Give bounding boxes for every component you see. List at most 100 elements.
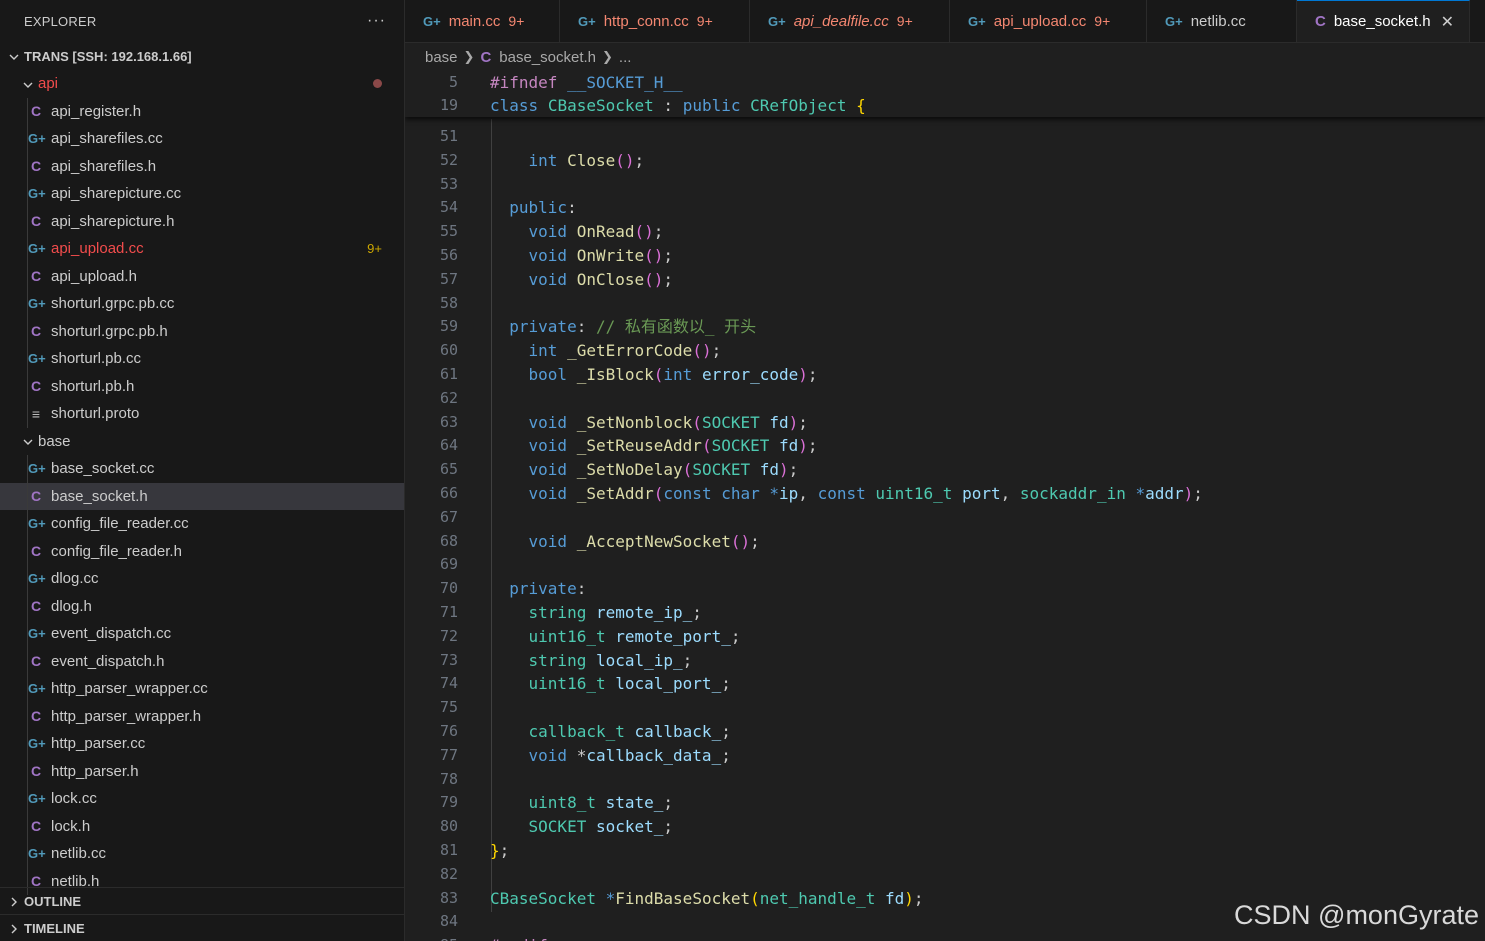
code-line[interactable]: 54 public:	[405, 196, 1485, 220]
code-line[interactable]: 69	[405, 553, 1485, 577]
code-line[interactable]: 70 private:	[405, 577, 1485, 601]
code-line[interactable]: 67	[405, 506, 1485, 530]
code-line[interactable]: 19 class CBaseSocket : public CRefObject …	[405, 94, 1485, 117]
code-editor[interactable]: 5 #ifndef __SOCKET_H__ 19 class CBaseSocket…	[405, 71, 1485, 941]
code-token: ,	[1000, 483, 1020, 503]
code-line[interactable]: 76 callback_t callback_;	[405, 720, 1485, 744]
code-line[interactable]: 59 private: // 私有函数以_ 开头	[405, 315, 1485, 339]
file-item[interactable]: Cbase_socket.h	[0, 482, 404, 510]
code-token: uint16_t	[528, 674, 606, 694]
file-item[interactable]: G+ base_socket.cc	[0, 455, 404, 483]
file-item[interactable]: Cconfig_file_reader.h	[0, 537, 404, 565]
file-item[interactable]: G+ shorturl.grpc.pb.cc	[0, 290, 404, 318]
tab-netlib-cc[interactable]: G+ netlib.cc	[1147, 0, 1297, 42]
code-line[interactable]: 62	[405, 387, 1485, 411]
file-item[interactable]: Clock.h	[0, 812, 404, 840]
line-number: 75	[439, 698, 458, 717]
code-body[interactable]: 51 52 int Close(); 53 54 public: 55 void OnR…	[405, 125, 1485, 941]
code-line[interactable]: 56 void OnWrite();	[405, 244, 1485, 268]
code-line[interactable]: 5 #ifndef __SOCKET_H__	[405, 71, 1485, 94]
file-item[interactable]: G+ http_parser_wrapper.cc	[0, 675, 404, 703]
code-line[interactable]: 63 void _SetNonblock(SOCKET fd);	[405, 411, 1485, 435]
code-line[interactable]: 78	[405, 768, 1485, 792]
file-item[interactable]: G+ api_sharepicture.cc	[0, 180, 404, 208]
file-item[interactable]: G+ lock.cc	[0, 785, 404, 813]
file-item[interactable]: Cevent_dispatch.h	[0, 647, 404, 675]
tab-main-cc[interactable]: G+ main.cc 9+	[405, 0, 560, 42]
code-line[interactable]: 53	[405, 173, 1485, 197]
cpp-file-icon: G+	[28, 626, 46, 642]
code-token: ;	[663, 269, 674, 289]
sticky-scroll[interactable]: 5 #ifndef __SOCKET_H__ 19 class CBaseSocket…	[405, 71, 1485, 117]
workspace-section[interactable]: TRANS [SSH: 192.168.1.66]	[0, 42, 404, 70]
code-line[interactable]: 57 void OnClose();	[405, 268, 1485, 292]
code-line[interactable]: 79 uint8_t state_;	[405, 791, 1485, 815]
tab-http-conn-cc[interactable]: G+ http_conn.cc 9+	[560, 0, 750, 42]
code-token: callback_data_	[586, 745, 722, 765]
code-line[interactable]: 73 string local_ip_;	[405, 649, 1485, 673]
code-line[interactable]: 66 void _SetAddr(const char *ip, const u…	[405, 482, 1485, 506]
file-item[interactable]: G+ netlib.cc	[0, 840, 404, 868]
code-line[interactable]: 68 void _AcceptNewSocket();	[405, 530, 1485, 554]
file-item[interactable]: Capi_sharefiles.h	[0, 152, 404, 180]
code-line[interactable]: 77 void *callback_data_;	[405, 744, 1485, 768]
code-line[interactable]: 64 void _SetReuseAddr(SOCKET fd);	[405, 434, 1485, 458]
code-token: ;	[634, 150, 645, 170]
code-line[interactable]: 61 bool _IsBlock(int error_code);	[405, 363, 1485, 387]
file-item[interactable]: G+ api_upload.cc 9+	[0, 235, 404, 263]
close-icon[interactable]: ✕	[1441, 12, 1454, 32]
file-name: http_parser_wrapper.cc	[51, 680, 208, 698]
code-line[interactable]: 85 #endif	[405, 934, 1485, 941]
file-item[interactable]: Cshorturl.pb.h	[0, 372, 404, 400]
breadcrumb-folder[interactable]: base	[425, 49, 458, 66]
code-line[interactable]: 52 int Close();	[405, 149, 1485, 173]
tab-api-upload-cc[interactable]: G+ api_upload.cc 9+	[950, 0, 1147, 42]
line-number: 63	[439, 412, 458, 431]
code-line[interactable]: 60 int _GetErrorCode();	[405, 339, 1485, 363]
file-item[interactable]: Chttp_parser.h	[0, 757, 404, 785]
file-item[interactable]: G+ http_parser.cc	[0, 730, 404, 758]
code-token: string	[528, 650, 587, 670]
code-token: uint16_t	[528, 626, 606, 646]
file-item[interactable]: G+ shorturl.pb.cc	[0, 345, 404, 373]
file-item[interactable]: G+ dlog.cc	[0, 565, 404, 593]
file-item[interactable]: G+ api_sharefiles.cc	[0, 125, 404, 153]
code-line[interactable]: 75	[405, 696, 1485, 720]
code-line[interactable]: 80 SOCKET socket_;	[405, 815, 1485, 839]
file-item[interactable]: Capi_sharepicture.h	[0, 207, 404, 235]
cpp-file-icon: G+	[28, 241, 46, 257]
file-item[interactable]: Cshorturl.grpc.pb.h	[0, 317, 404, 345]
file-item[interactable]: Chttp_parser_wrapper.h	[0, 702, 404, 730]
code-line[interactable]: 82	[405, 863, 1485, 887]
file-name: shorturl.pb.h	[51, 377, 135, 395]
code-line[interactable]: 81};	[405, 839, 1485, 863]
code-line[interactable]: 55 void OnRead();	[405, 220, 1485, 244]
breadcrumb-symbol[interactable]: ...	[619, 49, 632, 66]
code-line[interactable]: 71 string remote_ip_;	[405, 601, 1485, 625]
file-item[interactable]: G+ config_file_reader.cc	[0, 510, 404, 538]
line-number: 19	[439, 96, 458, 114]
file-item[interactable]: G+ event_dispatch.cc	[0, 620, 404, 648]
code-line[interactable]: 58	[405, 292, 1485, 316]
c-header-file-icon: C	[30, 598, 42, 615]
code-line[interactable]: 65 void _SetNoDelay(SOCKET fd);	[405, 458, 1485, 482]
file-item[interactable]: Capi_upload.h	[0, 262, 404, 290]
more-actions-icon[interactable]: ···	[367, 12, 386, 30]
folder-api[interactable]: api	[0, 70, 404, 98]
timeline-section[interactable]: TIMELINE	[0, 914, 404, 941]
file-item[interactable]: ≡ shorturl.proto	[0, 400, 404, 428]
tab-base-socket-h[interactable]: Cbase_socket.h ✕	[1297, 0, 1470, 42]
tab-api-dealfile-cc[interactable]: G+ api_dealfile.cc 9+	[750, 0, 950, 42]
outline-section[interactable]: OUTLINE	[0, 887, 404, 914]
file-item[interactable]: Capi_register.h	[0, 97, 404, 125]
file-item[interactable]: Cdlog.h	[0, 592, 404, 620]
code-line[interactable]: 72 uint16_t remote_port_;	[405, 625, 1485, 649]
cpp-file-icon: G+	[1165, 13, 1183, 29]
code-token: ;	[692, 602, 702, 622]
line-number: 61	[439, 364, 458, 383]
code-line[interactable]: 74 uint16_t local_port_;	[405, 672, 1485, 696]
breadcrumb-file[interactable]: base_socket.h	[499, 49, 596, 66]
folder-base[interactable]: base	[0, 428, 404, 456]
code-line[interactable]: 51	[405, 125, 1485, 149]
code-token: private	[509, 579, 577, 599]
